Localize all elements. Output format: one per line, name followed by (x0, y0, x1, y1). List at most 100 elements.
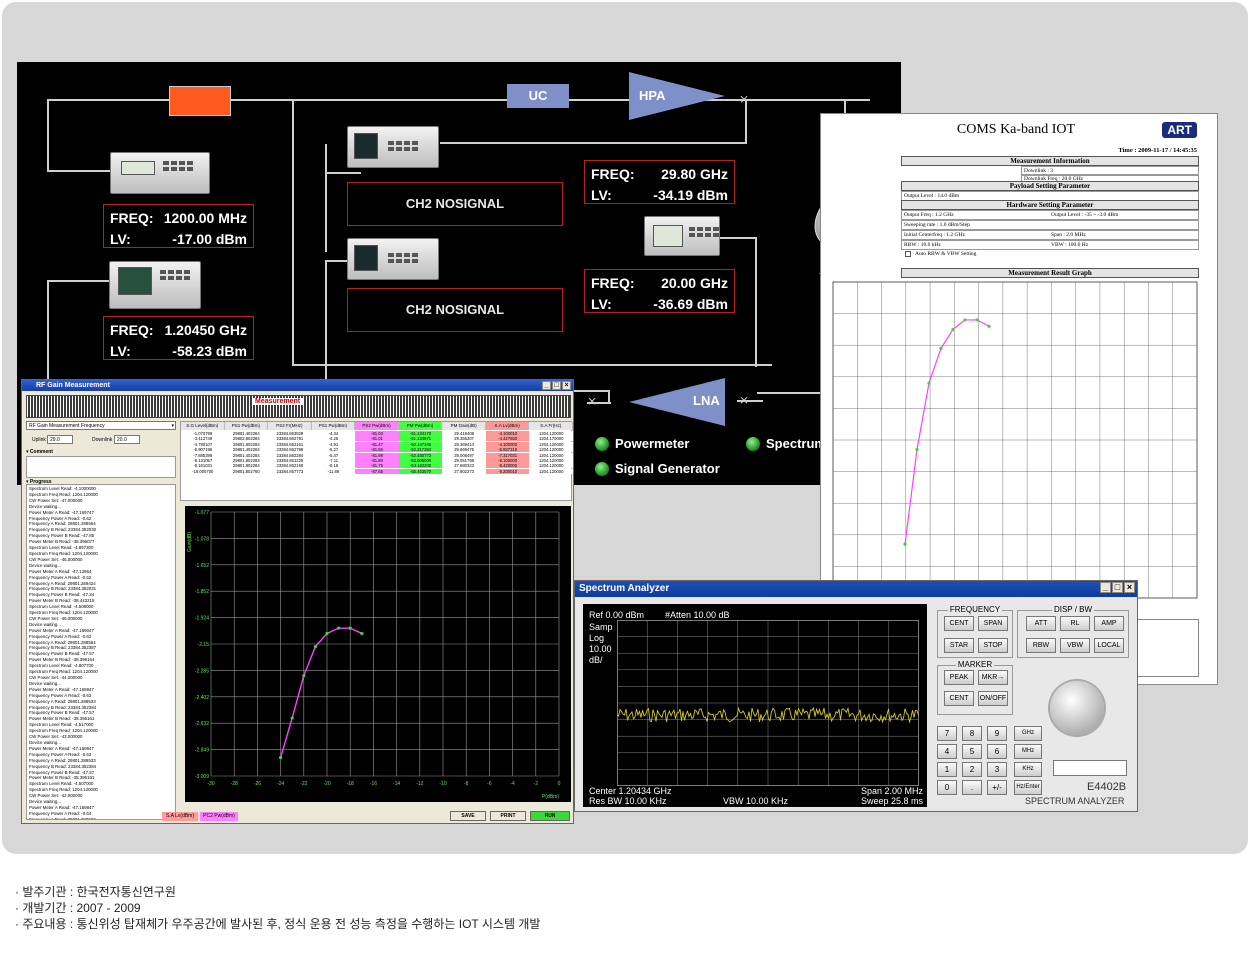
table-cell: -5.47 (311, 452, 356, 458)
table-row[interactable]: -3.412749 29802.802284 23384.862781 -4.25 -8… (181, 436, 573, 442)
print-button[interactable]: PRINT (490, 811, 526, 821)
entry-field[interactable] (1053, 760, 1127, 776)
keypad-key-khz[interactable]: KHz (1014, 762, 1042, 777)
table-cell: 29801.802284 (224, 458, 269, 463)
keypad-key-6[interactable]: 6 (987, 744, 1007, 759)
maximize-button[interactable]: □ (1112, 582, 1123, 593)
table-row[interactable]: -1.070799 29801.402284 23384.863929 -4.34 -8… (181, 431, 573, 436)
amp-button[interactable]: AMP (1094, 616, 1124, 631)
keypad-key-9[interactable]: 9 (987, 726, 1007, 741)
span-button[interactable]: SPAN (978, 616, 1008, 631)
minimize-button[interactable]: _ (1100, 582, 1111, 593)
keypad-key-8[interactable]: 8 (962, 726, 982, 741)
peak-button[interactable]: PEAK (944, 670, 974, 685)
table-row[interactable]: -7.885399 29801.402284 23384.862284 -5.47 -8… (181, 452, 573, 458)
star-button[interactable]: STAR (944, 638, 974, 653)
table-header-cell[interactable]: S.G Level(dBm) (181, 422, 225, 430)
cent-button[interactable]: CENT (944, 616, 974, 631)
data-point (302, 674, 306, 678)
marker-to-button[interactable]: MKR→ (978, 670, 1008, 685)
rf-gain-titlebar[interactable]: RF Gain Measurement _ □ × (22, 380, 573, 391)
att-button[interactable]: ATT (1026, 616, 1056, 631)
comment-input[interactable] (26, 456, 176, 478)
keypad-key-1[interactable]: 1 (937, 762, 957, 777)
x-tick-label: -30 (207, 781, 214, 787)
minimize-button[interactable]: _ (542, 381, 551, 390)
table-header-cell[interactable]: S.A Lv(dBm) (485, 422, 530, 430)
row-auto-setting[interactable]: Auto RBW & VBW Setting (901, 250, 1199, 260)
legend-signal-generator: Signal Generator (595, 461, 720, 476)
table-cell: 29.419408 (442, 431, 486, 436)
marker-cent-button[interactable]: CENT (944, 691, 974, 706)
table-cell: 1204.120000 (529, 431, 573, 436)
local-button[interactable]: LOCAL (1094, 638, 1124, 653)
table-header-cell[interactable]: PS1 Pw(dBm) (311, 422, 356, 430)
table-header-cell[interactable]: S.A Fr(Hz) (529, 422, 573, 430)
coupler-block (169, 86, 231, 116)
keypad-key-mhz[interactable]: MHz (1014, 744, 1042, 759)
rotary-knob[interactable] (1050, 681, 1104, 735)
table-row[interactable]: -4.780107 29801.802284 23384.862161 -4.91 -8… (181, 441, 573, 447)
keypad-key-hzenter[interactable]: Hz/Enter (1014, 780, 1042, 795)
table-row[interactable]: -8.131057 29801.802284 23384.861225 -7.11 -8… (181, 458, 573, 463)
vbw-button[interactable]: VBW (1060, 638, 1090, 653)
legend-pm-chip[interactable]: PC2 Pw(dBm) (200, 812, 238, 821)
close-button[interactable]: × (562, 381, 571, 390)
rbw-button[interactable]: RBW (1026, 638, 1056, 653)
uplink-field[interactable]: 29.0 (47, 435, 73, 444)
keypad-key-sym[interactable]: +/- (987, 780, 1007, 795)
legend-sa-chip[interactable]: S.A Lv(dBm) (162, 812, 198, 821)
row-rbw: RBW : 10.0 kHz VBW : 100.0 Hz (901, 240, 1199, 250)
switch-icon: ⨯ (739, 393, 750, 407)
table-cell: 29801.802760 (224, 468, 269, 474)
chevron-down-icon[interactable]: ▾ (171, 422, 174, 430)
keypad-key-7[interactable]: 7 (937, 726, 957, 741)
table-header-cell[interactable]: PS2 Pw(dBm) (355, 422, 399, 430)
rl-button[interactable]: RL (1060, 616, 1090, 631)
table-cell: 29801.402284 (224, 447, 269, 453)
signal-generator-instrument[interactable] (110, 152, 210, 194)
model-number: E4402B (1087, 781, 1127, 793)
progress-log[interactable]: Spectrum Level Read: -4.1000000 Spectrum … (26, 484, 176, 820)
table-cell: 1204.120000 (529, 463, 573, 469)
table-cell: -10.000700 (181, 468, 225, 474)
stop-button[interactable]: STOP (978, 638, 1008, 653)
info-key: · 발주기관 : (15, 885, 77, 899)
frequency-combo[interactable]: RF Gain Measurement Frequency ▾ (26, 421, 176, 430)
table-header-cell[interactable]: PM Pw(dBm) (398, 422, 443, 430)
table-header-cell[interactable]: PM Gain(dB) (442, 422, 486, 430)
run-button[interactable]: RUN (530, 811, 570, 821)
save-button[interactable]: SAVE (450, 811, 486, 821)
hpa-label: HPA (639, 88, 666, 103)
downlink-field[interactable]: 20.0 (114, 435, 140, 444)
table-cell: -7.885399 (181, 452, 225, 458)
marker-onoff-button[interactable]: ON/OFF (978, 691, 1008, 706)
row-initial-center: Initial Centerfreq : 1.2 GHz Span : 2.0 M… (901, 230, 1199, 240)
auto-checkbox[interactable] (905, 251, 911, 257)
powermeter-instrument-1[interactable] (347, 126, 439, 168)
row-output-freq: Output Freq : 1.2 GHz Output Level : -35 … (901, 210, 1199, 220)
readout-spectrum-analyzer: FREQ: 1.20450 GHz LV: -58.23 dBm (103, 316, 254, 360)
powermeter-instrument-2[interactable] (347, 238, 439, 280)
table-row[interactable]: -9.161031 29801.802284 23384.862160 -8.16 -8… (181, 463, 573, 469)
table-row[interactable]: -10.000700 29801.802760 23384.857773 -11.89… (181, 468, 573, 474)
keypad-key-2[interactable]: 2 (962, 762, 982, 777)
table-row[interactable]: -5.907196 29801.402284 23384.862798 -5.27 -8… (181, 447, 573, 453)
keypad-key-0[interactable]: 0 (937, 780, 957, 795)
keypad-key-5[interactable]: 5 (962, 744, 982, 759)
keypad-key-sym[interactable]: . (962, 780, 982, 795)
spectrum-analyzer-instrument[interactable] (109, 261, 201, 309)
readout-signal-generator: FREQ: 1200.00 MHz LV: -17.00 dBm (103, 204, 254, 248)
center-freq: Center 1.20434 GHz (589, 786, 672, 796)
keypad-key-ghz[interactable]: GHz (1014, 726, 1042, 741)
results-table[interactable]: S.G Level(dBm) PS1 Pw(dBm) PS2 Fr(MHz) PS1 … (180, 421, 573, 501)
maximize-button[interactable]: □ (552, 381, 561, 390)
spectrum-trace (617, 620, 919, 786)
power-meter-instrument-3[interactable] (644, 216, 720, 256)
table-header-cell[interactable]: PS1 Pw(dBm) (224, 422, 269, 430)
close-button[interactable]: × (1124, 582, 1135, 593)
spectrum-titlebar[interactable]: Spectrum Analyzer _ □ × (575, 581, 1137, 597)
keypad-key-4[interactable]: 4 (937, 744, 957, 759)
keypad-key-3[interactable]: 3 (987, 762, 1007, 777)
table-header-cell[interactable]: PS2 Fr(MHz) (268, 422, 312, 430)
